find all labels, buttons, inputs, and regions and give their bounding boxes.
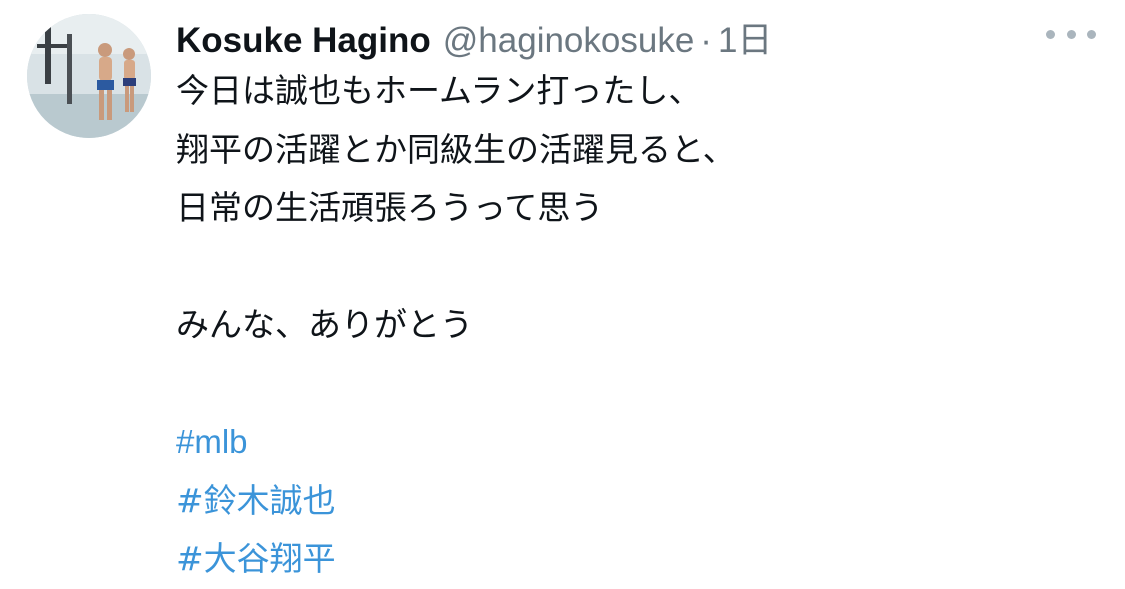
tweet-body: 今日は誠也もホームラン打ったし、 翔平の活躍とか同級生の活躍見ると、 日常の生活… xyxy=(176,62,1076,589)
tweet-closing-line: みんな、ありがとう xyxy=(176,305,473,344)
more-horizontal-icon[interactable] xyxy=(1046,20,1096,48)
hashtag-link-mlb[interactable]: #mlb xyxy=(176,423,248,460)
hashtag-link-ohtani-shohei[interactable]: #大谷翔平 xyxy=(176,539,336,578)
tweet-text-line: 翔平の活躍とか同級生の活躍見ると、 xyxy=(176,129,736,169)
hashtag-link-suzuki-seiya[interactable]: #鈴木誠也 xyxy=(176,481,336,520)
tweet-text-line: 今日は誠也もホームラン打ったし、 xyxy=(176,71,702,110)
more-dot xyxy=(1087,29,1096,39)
tweet[interactable]: Kosuke Hagino @haginokosuke · 1日 今日は誠也もホ… xyxy=(0,0,1125,578)
timestamp[interactable]: 1日 xyxy=(718,12,772,63)
user-handle[interactable]: @haginokosuke xyxy=(443,21,695,61)
avatar-image xyxy=(27,14,151,138)
tweet-header: Kosuke Hagino @haginokosuke · 1日 xyxy=(176,12,772,60)
tweet-text-line: 日常の生活頑張ろうって思う xyxy=(176,188,604,227)
more-dot xyxy=(1066,29,1076,39)
display-name[interactable]: Kosuke Hagino xyxy=(176,21,431,61)
separator-dot: · xyxy=(700,21,712,60)
avatar[interactable] xyxy=(27,14,151,138)
more-dot xyxy=(1046,29,1055,39)
